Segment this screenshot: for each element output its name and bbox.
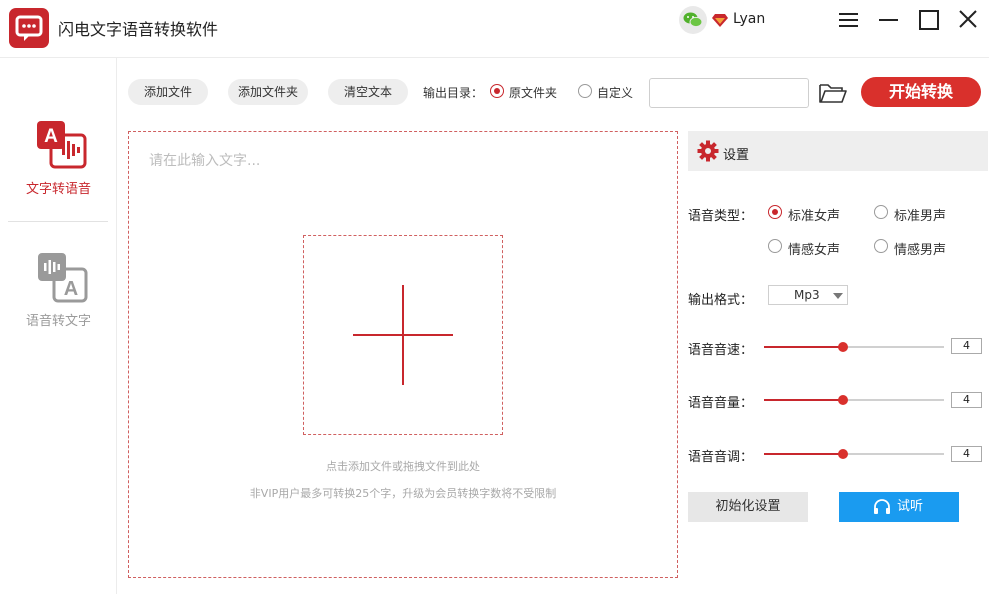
volume-value[interactable]: 4 xyxy=(951,392,982,408)
sidebar-item-speech-to-text[interactable]: A 语音转文字 xyxy=(0,250,117,330)
voice-standard-male-label: 标准男声 xyxy=(894,209,947,224)
slider-fill xyxy=(764,399,843,401)
text-input-area[interactable]: 请在此输入文字... 点击添加文件或拖拽文件到此处 非VIP用户最多可转换25个… xyxy=(128,131,678,578)
sidebar: A 文字转语音 A 语音转文字 xyxy=(0,58,117,594)
add-file-button[interactable]: 添加文件 xyxy=(128,79,208,105)
voice-emotional-female-label: 情感女声 xyxy=(788,243,841,258)
pitch-value[interactable]: 4 xyxy=(951,446,982,462)
folder-open-icon[interactable] xyxy=(818,82,848,108)
menu-icon[interactable] xyxy=(836,8,862,32)
text-to-speech-icon: A xyxy=(37,121,87,169)
volume-slider[interactable] xyxy=(764,394,944,406)
slider-fill xyxy=(764,346,843,348)
listen-button-label: 试听 xyxy=(897,499,924,514)
sidebar-divider xyxy=(8,221,108,222)
drop-hint: 点击添加文件或拖拽文件到此处 xyxy=(326,460,480,473)
speech-to-text-icon: A xyxy=(38,253,88,303)
slider-thumb[interactable] xyxy=(838,395,848,405)
output-dir-label: 输出目录： xyxy=(423,86,484,100)
output-format-select[interactable]: Mp3 xyxy=(768,285,848,305)
app-logo-icon xyxy=(9,8,49,48)
username[interactable]: Lyan xyxy=(733,11,765,27)
output-custom-radio[interactable] xyxy=(578,84,592,98)
close-icon[interactable] xyxy=(955,8,981,32)
app-title: 闪电文字语音转换软件 xyxy=(58,20,219,39)
drop-zone[interactable] xyxy=(303,235,503,435)
vip-diamond-icon xyxy=(712,12,728,31)
plus-icon-bar xyxy=(353,334,453,336)
voice-standard-female-radio[interactable] xyxy=(768,205,782,219)
minimize-icon[interactable] xyxy=(876,8,902,32)
output-original-folder-label: 原文件夹 xyxy=(509,86,558,100)
volume-label: 语音音量： xyxy=(688,396,754,411)
output-custom-label: 自定义 xyxy=(597,86,634,100)
output-format-label: 输出格式： xyxy=(688,293,754,308)
voice-emotional-female-radio[interactable] xyxy=(768,239,782,253)
pitch-slider[interactable] xyxy=(764,448,944,460)
listen-button[interactable]: 试听 xyxy=(839,492,959,522)
speed-slider[interactable] xyxy=(764,341,944,353)
add-folder-button[interactable]: 添加文件夹 xyxy=(228,79,308,105)
settings-header: 设置 xyxy=(688,131,988,171)
voice-emotional-male-label: 情感男声 xyxy=(894,243,947,258)
headphones-icon xyxy=(874,499,890,514)
title-bar: 闪电文字语音转换软件 Lyan xyxy=(0,0,989,58)
output-path-input[interactable] xyxy=(649,78,809,108)
output-original-folder-radio[interactable] xyxy=(490,84,504,98)
vip-limit-hint: 非VIP用户最多可转换25个字，升级为会员转换字数将不受限制 xyxy=(249,487,557,500)
slider-thumb[interactable] xyxy=(838,449,848,459)
maximize-icon[interactable] xyxy=(916,8,942,32)
voice-emotional-male-radio[interactable] xyxy=(874,239,888,253)
voice-standard-male-radio[interactable] xyxy=(874,205,888,219)
start-convert-button[interactable]: 开始转换 xyxy=(861,77,981,107)
speed-value[interactable]: 4 xyxy=(951,338,982,354)
speed-label: 语音音速： xyxy=(688,343,754,358)
clear-text-button[interactable]: 清空文本 xyxy=(328,79,408,105)
voice-standard-female-label: 标准女声 xyxy=(788,209,841,224)
reset-settings-button[interactable]: 初始化设置 xyxy=(688,492,808,522)
sidebar-item-label: 文字转语音 xyxy=(25,182,91,197)
settings-title: 设置 xyxy=(723,148,750,163)
output-format-value: Mp3 xyxy=(794,288,820,302)
voice-type-label: 语音类型： xyxy=(688,209,754,224)
sidebar-item-label: 语音转文字 xyxy=(25,314,91,329)
svg-text:A: A xyxy=(44,126,58,147)
gear-icon xyxy=(697,140,719,162)
chevron-down-icon xyxy=(833,293,843,299)
wechat-icon[interactable] xyxy=(679,6,707,34)
text-placeholder: 请在此输入文字... xyxy=(149,153,261,169)
pitch-label: 语音音调： xyxy=(688,450,754,465)
svg-text:A: A xyxy=(64,278,78,300)
sidebar-item-text-to-speech[interactable]: A 文字转语音 xyxy=(0,118,117,198)
slider-thumb[interactable] xyxy=(838,342,848,352)
slider-fill xyxy=(764,453,843,455)
